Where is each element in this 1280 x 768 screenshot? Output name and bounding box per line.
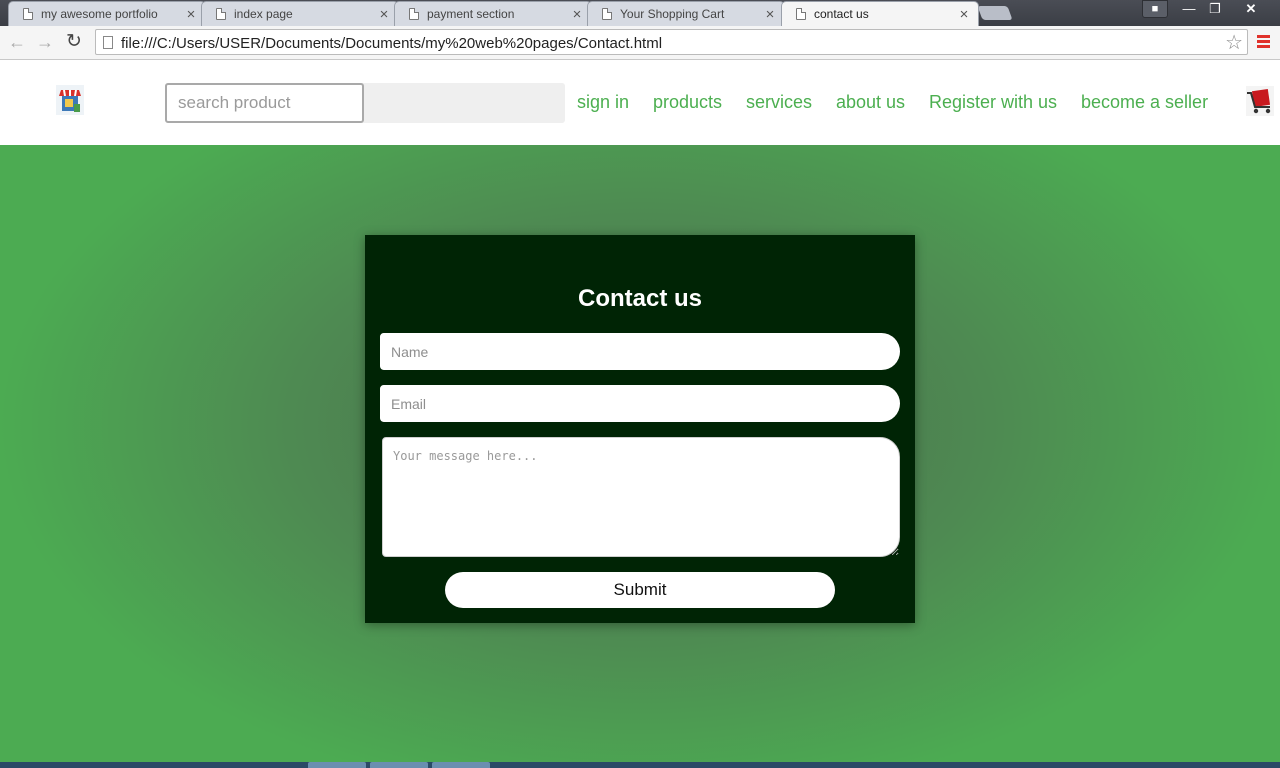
browser-tab-strip: my awesome portfolio × index page × paym… [0,0,1280,26]
shopping-cart-icon[interactable] [1245,85,1275,117]
name-field[interactable] [380,333,900,370]
tab-title: contact us [814,7,869,21]
nav-products[interactable]: products [653,92,722,113]
page-icon [23,8,33,20]
site-header: sign in products services about us Regis… [0,61,1280,145]
tab-title: Your Shopping Cart [620,7,725,21]
shop-store-icon[interactable] [55,84,85,116]
contact-form: Contact us Submit [365,235,915,623]
new-tab-button[interactable] [977,6,1013,20]
browser-tab-payment[interactable]: payment section × [394,1,592,26]
address-bar-url[interactable]: file:///C:/Users/USER/Documents/Document… [121,35,662,52]
browser-tab-contact[interactable]: contact us × [781,1,979,26]
page-icon [796,8,806,20]
tab-title: index page [234,7,293,21]
arrow-right-icon[interactable]: → [34,31,56,53]
page-icon [216,8,226,20]
reload-icon[interactable]: ↻ [63,31,85,53]
nav-register-with-us[interactable]: Register with us [929,92,1057,113]
minimize-icon[interactable]: — [1177,0,1201,18]
page-icon [409,8,419,20]
close-icon[interactable]: × [183,6,199,23]
taskbar-item[interactable] [432,762,490,768]
tab-title: payment section [427,7,515,21]
email-field[interactable] [380,385,900,422]
close-icon[interactable]: × [376,6,392,23]
taskbar-item[interactable] [370,762,428,768]
browser-toolbar: ← → ↻ file:///C:/Users/USER/Documents/Do… [0,26,1280,60]
nav-sign-in[interactable]: sign in [577,92,629,113]
contact-section: Contact us Submit [0,145,1280,762]
bookmark-star-icon[interactable]: ☆ [1225,30,1243,55]
page-icon [103,36,113,49]
arrow-left-icon[interactable]: ← [6,31,28,53]
window-close-icon[interactable]: ✕ [1229,0,1273,18]
address-bar[interactable]: file:///C:/Users/USER/Documents/Document… [95,29,1248,55]
tab-title: my awesome portfolio [41,7,158,21]
restore-icon[interactable]: ❐ [1203,0,1227,18]
submit-button[interactable]: Submit [445,572,835,608]
browser-tab-index[interactable]: index page × [201,1,399,26]
nav-about-us[interactable]: about us [836,92,905,113]
nav-services[interactable]: services [746,92,812,113]
contact-title: Contact us [577,285,702,312]
taskbar-item[interactable] [308,762,366,768]
page-icon [602,8,612,20]
close-icon[interactable]: × [762,6,778,23]
search-bar [165,83,565,123]
message-textarea[interactable] [382,437,900,557]
close-icon[interactable]: × [956,6,972,23]
nav-become-a-seller[interactable]: become a seller [1081,92,1208,113]
search-input[interactable] [165,83,364,123]
os-taskbar [0,762,1280,768]
close-icon[interactable]: × [569,6,585,23]
hamburger-menu-icon[interactable] [1257,35,1270,49]
profile-icon[interactable]: ■ [1142,0,1168,18]
browser-tab-portfolio[interactable]: my awesome portfolio × [8,1,206,26]
browser-tab-cart[interactable]: Your Shopping Cart × [587,1,785,26]
